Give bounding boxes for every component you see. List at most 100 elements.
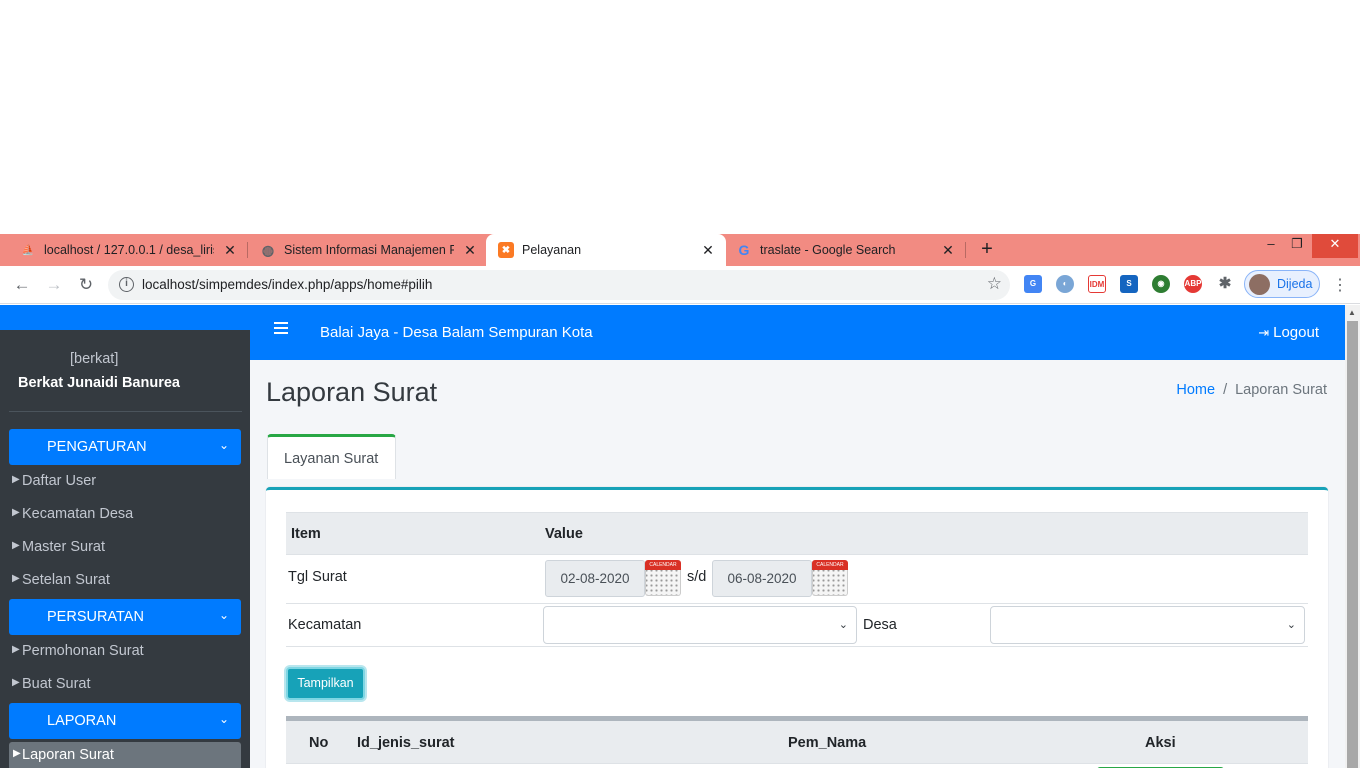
menu-group-pengaturan[interactable]: PENGATURAN ⌄ [9,429,241,465]
tab-title: localhost / 127.0.0.1 / desa_liris / [44,243,214,257]
kecamatan-label: Kecamatan [288,617,362,633]
sidebar-item-master-surat[interactable]: ▶ Master Surat [0,534,250,562]
new-tab-button[interactable]: + [976,239,998,261]
menu-group-persuratan[interactable]: PERSURATAN ⌄ [9,599,241,635]
blank-area [0,0,1360,234]
chevron-down-icon: ⌄ [218,712,229,726]
chevron-down-icon: ⌄ [218,608,229,622]
sidebar-item-laporan-surat[interactable]: ▶ Laporan Surat [9,742,241,768]
browser-tab[interactable]: ⛵ localhost / 127.0.0.1 / desa_liris / ✕ [0,234,248,266]
page-title: Laporan Surat [266,377,438,407]
sidebar-item-setelan-surat[interactable]: ▶ Setelan Surat [0,567,250,595]
puzzle-icon[interactable]: ✱ [1216,275,1234,293]
breadcrumb-current: Laporan Surat [1235,382,1327,398]
sidebar-item-daftar-user[interactable]: ▶ Daftar User [0,468,250,496]
close-tab-icon[interactable]: ✕ [700,242,716,259]
sidebar-item-permohonan-surat[interactable]: ▶ Permohonan Surat [0,638,250,666]
column-header: Aksi [1145,735,1176,751]
globe-icon: ◍ [261,241,275,258]
tab-title: Pelayanan [522,243,582,257]
page-scrollbar[interactable]: ▲ [1345,305,1360,768]
tab-layanan-surat[interactable]: Layanan Surat [267,434,396,479]
extension-icon[interactable]: ◐ [1056,275,1074,293]
desa-select[interactable]: ⌄ [990,606,1305,644]
close-window-icon[interactable]: ✕ [1312,234,1358,258]
close-tab-icon[interactable]: ✕ [462,242,478,259]
reload-icon[interactable]: ↻ [76,275,96,295]
back-icon[interactable]: ← [12,275,32,295]
scrollbar-thumb[interactable] [1347,321,1358,768]
tampilkan-button[interactable]: Tampilkan [286,667,365,700]
adblock-icon[interactable]: ABP [1184,275,1202,293]
scroll-up-icon[interactable]: ▲ [1348,308,1356,317]
avatar [1249,274,1270,295]
browser-toolbar: ← → ↻ i localhost/simpemdes/index.php/ap… [0,266,1360,304]
column-header: No [309,735,329,751]
breadcrumb-home-link[interactable]: Home [1176,382,1215,398]
row-kecamatan: Kecamatan ⌄ Desa ⌄ [286,604,1308,647]
date-separator: s/d [687,569,707,585]
app-title: Balai Jaya - Desa Balam Sempuran Kota [320,324,593,341]
sidebar-brand [0,305,250,330]
menu-kebab-icon[interactable]: ⋮ [1332,275,1348,295]
data-table-header: No Id_jenis_surat Pem_Nama Aksi [286,716,1308,764]
bookmark-star-icon[interactable]: ☆ [987,274,1002,294]
restore-icon[interactable]: ❐ [1282,234,1312,258]
caret-right-icon: ▶ [12,474,20,485]
date-from-input[interactable]: 02-08-2020 [545,560,645,597]
chevron-down-icon: ⌄ [218,438,229,452]
profile-button[interactable]: Dijeda [1244,270,1320,298]
sidebar: [berkat] Berkat Junaidi Banurea PENGATUR… [0,305,250,768]
report-card: Item Value Tgl Surat 02-08-2020 CALENDAR… [266,487,1328,768]
column-header: Pem_Nama [788,735,867,751]
browser-tab-active[interactable]: ✖ Pelayanan ✕ [486,234,726,266]
extension-icon[interactable]: IDM [1088,275,1106,293]
form-table-header: Item Value [286,512,1308,555]
tab-title: traslate - Google Search [760,243,896,257]
caret-right-icon: ▶ [13,748,21,759]
breadcrumb: Home / Laporan Surat [1176,382,1327,398]
row-tgl-surat: Tgl Surat 02-08-2020 CALENDAR s/d 06-08-… [286,555,1308,604]
close-tab-icon[interactable]: ✕ [940,242,956,259]
url-text[interactable]: localhost/simpemdes/index.php/apps/home#… [142,277,432,292]
sign-out-icon: ⇥ [1258,325,1270,340]
close-tab-icon[interactable]: ✕ [222,242,238,259]
kecamatan-select[interactable]: ⌄ [543,606,857,644]
web-page: [berkat] Berkat Junaidi Banurea PENGATUR… [0,305,1345,768]
forward-icon[interactable]: → [44,275,64,295]
xampp-icon: ✖ [498,242,514,258]
browser-tab[interactable]: ◍ Sistem Informasi Manajemen Pem ✕ [240,234,488,266]
address-bar[interactable]: i localhost/simpemdes/index.php/apps/hom… [108,270,1010,300]
top-navbar: Balai Jaya - Desa Balam Sempuran Kota ⇥ L… [250,305,1345,360]
column-header: Id_jenis_surat [357,735,455,751]
date-to-input[interactable]: 06-08-2020 [712,560,812,597]
sidebar-item-buat-surat[interactable]: ▶ Buat Surat [0,671,250,699]
calendar-icon[interactable]: CALENDAR [645,560,681,596]
chevron-down-icon: ⌄ [1286,619,1296,631]
caret-right-icon: ▶ [12,677,20,688]
caret-right-icon: ▶ [12,573,20,584]
user-name: Berkat Junaidi Banurea [18,375,180,391]
extension-icon[interactable]: ◉ [1152,275,1170,293]
browser-tab-strip: ⛵ localhost / 127.0.0.1 / desa_liris / ✕… [0,234,1360,266]
caret-right-icon: ▶ [12,507,20,518]
phpmyadmin-icon: ⛵ [21,244,35,256]
browser-tab[interactable]: G traslate - Google Search ✕ [726,234,966,266]
logout-link[interactable]: ⇥ Logout [1258,324,1319,341]
profile-name: Dijeda [1277,277,1313,291]
translate-extension-icon[interactable]: G [1024,275,1042,293]
extension-icon[interactable]: S [1120,275,1138,293]
user-tag: [berkat] [70,351,119,367]
tab-title: Sistem Informasi Manajemen Pem [284,243,454,257]
info-icon[interactable]: i [119,277,134,292]
chevron-down-icon: ⌄ [838,619,848,631]
tgl-surat-label: Tgl Surat [288,569,347,585]
google-icon: G [738,242,750,258]
menu-group-laporan[interactable]: LAPORAN ⌄ [9,703,241,739]
caret-right-icon: ▶ [12,644,20,655]
caret-right-icon: ▶ [12,540,20,551]
calendar-icon[interactable]: CALENDAR [812,560,848,596]
desa-label: Desa [863,617,897,633]
hamburger-menu-icon[interactable] [274,322,288,334]
sidebar-item-kecamatan-desa[interactable]: ▶ Kecamatan Desa [0,501,250,529]
